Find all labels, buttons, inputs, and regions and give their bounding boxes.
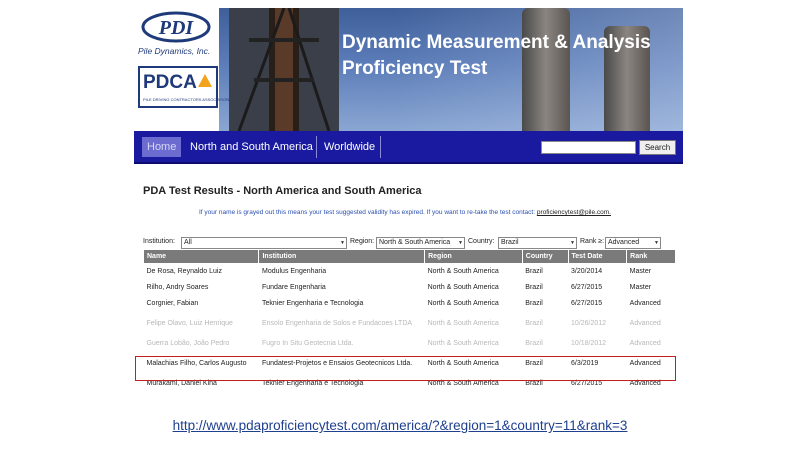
page-title: PDA Test Results - North America and Sou…	[143, 185, 422, 197]
search-button[interactable]: Search	[639, 140, 676, 155]
pdca-logo[interactable]: PDCA PILE DRIVING CONTRACTORS ASSOCIATIO…	[138, 66, 229, 108]
table-row: Guerra Lobão, João Pedro Fugro In Situ Ge…	[144, 335, 676, 351]
nav-item-worldwide[interactable]: Worldwide	[320, 137, 379, 157]
cell-date: 10/26/2012	[571, 319, 607, 327]
institution-select-value: All	[184, 239, 192, 246]
banner-title-line1: Dynamic Measurement & Analysis	[342, 32, 651, 53]
cell-name: Felipe Olavo, Luiz Henrique	[146, 319, 233, 327]
svg-text:PDI: PDI	[158, 17, 195, 39]
column-header-region[interactable]: Region	[424, 250, 523, 263]
banner-title-line2: Proficiency Test	[342, 58, 488, 79]
country-select-value: Brazil	[501, 239, 519, 246]
cell-region: North & South America	[427, 299, 499, 307]
cell-date: 6/27/2015	[571, 283, 603, 291]
cell-region: North & South America	[427, 283, 499, 291]
cell-rank: Advanced	[629, 299, 661, 307]
cell-name: Rilho, Andry Soares	[146, 283, 209, 291]
contact-email-link[interactable]: proficiencytest@pile.com.	[537, 209, 611, 216]
column-header-country[interactable]: Country	[521, 250, 569, 263]
pdca-subtitle: PILE DRIVING CONTRACTORS ASSOCIATION	[143, 97, 230, 102]
cell-date: 10/18/2012	[571, 339, 607, 347]
cell-region: North & South America	[427, 267, 499, 275]
pdi-logo[interactable]: PDI	[140, 11, 212, 43]
logo-area: PDI Pile Dynamics, Inc. PDCA PILE DRIVIN…	[134, 8, 229, 131]
rank-filter-label: Rank ≥:	[580, 238, 605, 245]
site-banner: PDI Pile Dynamics, Inc. PDCA PILE DRIVIN…	[134, 8, 683, 131]
column-header-name[interactable]: Name	[142, 250, 259, 263]
column-header-institution[interactable]: Institution	[258, 250, 425, 263]
cell-country: Brazil	[525, 267, 543, 275]
column-header-test-date[interactable]: Test Date	[567, 250, 627, 263]
banner-title: Dynamic Measurement & Analysis Proficien…	[342, 30, 672, 82]
table-row: Rilho, Andry Soares Fundare Engenharia Nor…	[144, 279, 676, 295]
table-row: De Rosa, Reynaldo Luiz Modulus Engenharia…	[144, 263, 676, 279]
cell-country: Brazil	[525, 283, 543, 291]
cell-institution: Fundare Engenharia	[261, 283, 326, 291]
region-filter-label: Region:	[350, 238, 375, 245]
cell-institution: Fugro In Situ Geotecnia Ltda.	[261, 339, 354, 347]
cell-date: 3/20/2014	[571, 267, 603, 275]
cell-rank: Advanced	[629, 339, 661, 347]
country-select[interactable]: Brazil	[498, 237, 577, 249]
institution-select[interactable]: All	[181, 237, 347, 249]
institution-filter-label: Institution:	[143, 238, 175, 245]
nav-item-home[interactable]: Home	[142, 137, 182, 157]
table-header-row: Name Institution Region Country Test Dat…	[142, 250, 675, 263]
rank-select[interactable]: Advanced	[605, 237, 661, 249]
table-row: Felipe Olavo, Luiz Henrique Ensolo Engenh…	[144, 311, 676, 335]
cell-country: Brazil	[525, 299, 543, 307]
expiry-notice-text: If your name is grayed out this means yo…	[199, 209, 536, 216]
search-input[interactable]	[541, 141, 636, 154]
cell-name: Corgnier, Fabian	[146, 299, 199, 307]
main-nav: Home North and South America Worldwide S…	[134, 131, 683, 164]
nav-item-north-south-america[interactable]: North and South America	[186, 137, 317, 157]
expiry-notice: If your name is grayed out this means yo…	[199, 209, 611, 216]
cell-region: North & South America	[427, 339, 499, 347]
cell-date: 6/27/2015	[571, 299, 603, 307]
cell-country: Brazil	[525, 319, 543, 327]
cell-name: De Rosa, Reynaldo Luiz	[146, 267, 223, 275]
table-row: Corgnier, Fabian Teknier Engenharia e Tec…	[144, 295, 676, 311]
cell-region: North & South America	[427, 319, 499, 327]
cell-rank: Advanced	[629, 319, 661, 327]
cell-rank: Master	[629, 267, 652, 275]
region-select-value: North & South America	[379, 239, 451, 246]
cell-institution: Ensolo Engenharia de Solos e Fundacoes L…	[261, 319, 413, 327]
pdca-logo-text: PDCA	[143, 72, 197, 93]
rank-select-value: Advanced	[608, 239, 640, 246]
triangle-icon	[198, 74, 212, 87]
nav-divider	[316, 136, 317, 158]
company-name: Pile Dynamics, Inc.	[138, 46, 211, 56]
cell-name: Guerra Lobão, João Pedro	[146, 339, 230, 347]
nav-divider	[380, 136, 381, 158]
column-header-rank[interactable]: Rank	[626, 250, 675, 263]
pile-driving-rig-image	[229, 8, 339, 131]
cell-rank: Master	[629, 283, 652, 291]
caption-url[interactable]: http://www.pdaproficiencytest.com/americ…	[0, 418, 800, 433]
region-select[interactable]: North & South America	[376, 237, 465, 249]
cell-institution: Modulus Engenharia	[261, 267, 327, 275]
country-filter-label: Country:	[468, 238, 495, 245]
cell-institution: Teknier Engenharia e Tecnologia	[261, 299, 364, 307]
highlighted-row-box	[135, 356, 676, 381]
cell-country: Brazil	[525, 339, 543, 347]
